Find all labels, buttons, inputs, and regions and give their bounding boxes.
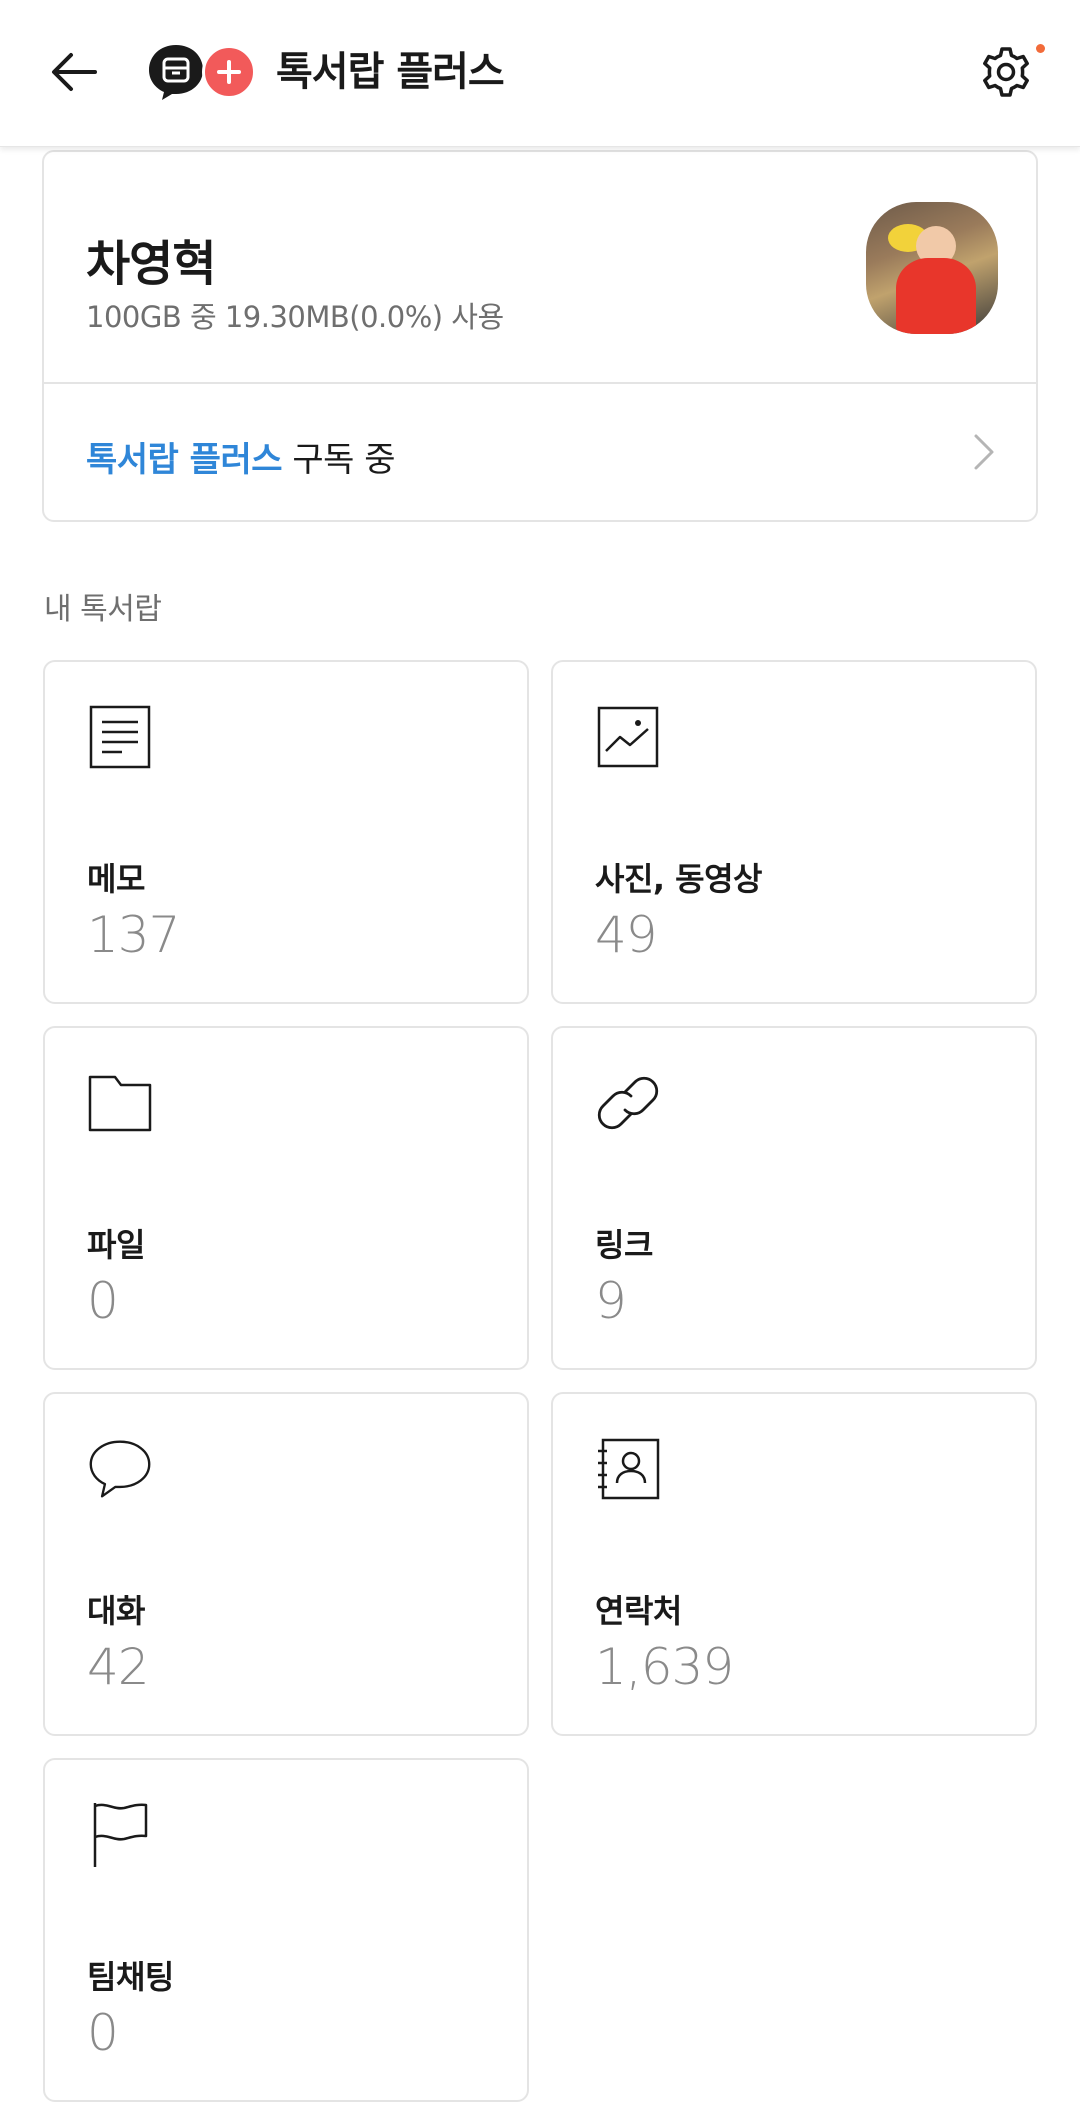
storage-usage: 100GB 중 19.30MB(0.0%) 사용 [86, 300, 504, 334]
notification-dot [1036, 44, 1045, 53]
tile-contacts[interactable]: 연락처 1,639 [551, 1392, 1037, 1736]
avatar[interactable] [866, 202, 998, 334]
contact-book-icon [595, 1436, 661, 1502]
tile-label: 링크 [595, 1226, 653, 1264]
tile-photos-videos[interactable]: 사진, 동영상 49 [551, 660, 1037, 1004]
memo-icon [87, 704, 153, 770]
flag-icon [87, 1802, 153, 1868]
tile-count: 42 [87, 1638, 150, 1696]
tile-count: 9 [595, 1272, 627, 1330]
drawer-bubble-icon [149, 45, 203, 100]
tile-memo[interactable]: 메모 137 [43, 660, 529, 1004]
tile-label: 파일 [87, 1226, 145, 1264]
tile-count: 0 [87, 1272, 119, 1330]
tile-label: 팀채팅 [87, 1958, 174, 1996]
tile-count: 1,639 [595, 1638, 734, 1696]
photo-icon [595, 704, 661, 770]
tile-files[interactable]: 파일 0 [43, 1026, 529, 1370]
page-title: 톡서랍 플러스 [276, 49, 505, 95]
app-logo [146, 42, 256, 102]
gear-icon [983, 47, 1029, 97]
back-button[interactable] [44, 42, 104, 102]
subscription-status: 톡서랍 플러스 구독 중 [86, 432, 395, 481]
arrow-left-icon [52, 53, 97, 91]
tile-label: 대화 [87, 1592, 145, 1630]
chat-bubble-icon [87, 1436, 153, 1502]
tile-count: 0 [87, 2004, 119, 2062]
section-label: 내 톡서랍 [44, 592, 162, 627]
plus-badge-icon [202, 45, 256, 99]
app-header: 톡서랍 플러스 [0, 0, 1080, 147]
subscription-plan-name: 톡서랍 플러스 [86, 440, 283, 480]
subscription-row[interactable]: 톡서랍 플러스 구독 중 [44, 384, 1036, 520]
tile-chats[interactable]: 대화 42 [43, 1392, 529, 1736]
subscription-status-text: 구독 중 [282, 440, 395, 480]
link-icon [595, 1070, 661, 1136]
profile-card: 차영혁 100GB 중 19.30MB(0.0%) 사용 톡서랍 플러스 구독 … [42, 150, 1038, 522]
tile-team-chat[interactable]: 팀채팅 0 [43, 1758, 529, 2102]
tile-count: 137 [87, 906, 180, 964]
tile-label: 연락처 [595, 1592, 682, 1630]
folder-icon [87, 1070, 153, 1136]
tile-label: 사진, 동영상 [595, 860, 763, 898]
settings-button[interactable] [978, 44, 1034, 100]
chevron-right-icon [964, 426, 1004, 478]
tile-links[interactable]: 링크 9 [551, 1026, 1037, 1370]
profile-name: 차영혁 [86, 236, 216, 292]
tile-label: 메모 [87, 860, 145, 898]
tile-count: 49 [595, 906, 658, 964]
